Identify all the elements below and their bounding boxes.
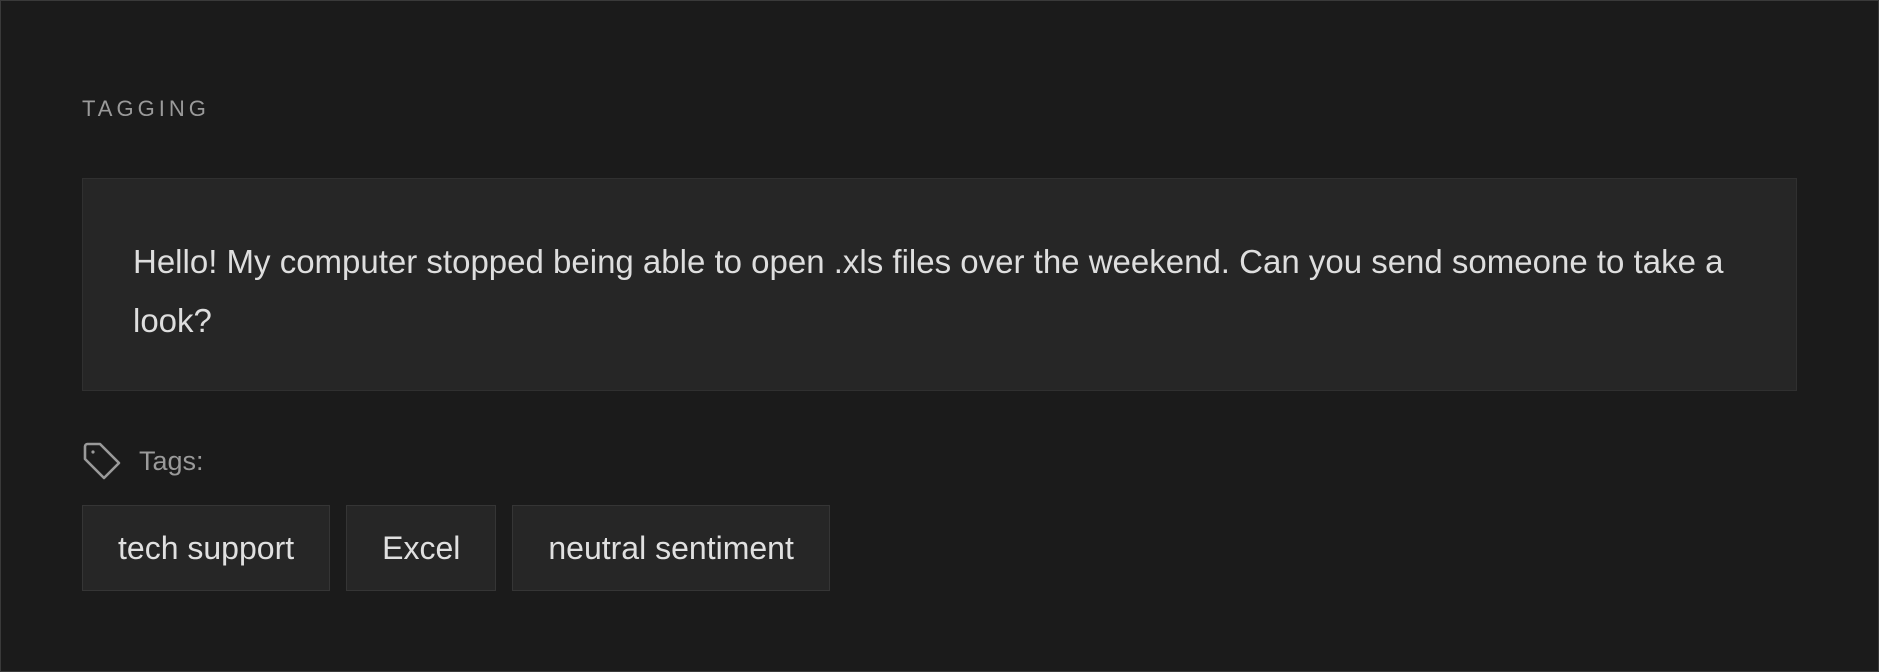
message-text: Hello! My computer stopped being able to… — [133, 243, 1724, 339]
tag-chip-neutral-sentiment[interactable]: neutral sentiment — [512, 505, 830, 591]
tag-chip-excel[interactable]: Excel — [346, 505, 497, 591]
tag-chip-tech-support[interactable]: tech support — [82, 505, 331, 591]
section-title: TAGGING — [82, 96, 210, 121]
tags-header: Tags: — [82, 441, 204, 481]
tag-icon — [82, 441, 122, 481]
message-box: Hello! My computer stopped being able to… — [82, 178, 1797, 391]
tagging-panel: TAGGING Hello! My computer stopped being… — [0, 0, 1879, 672]
tags-label: Tags: — [139, 446, 204, 476]
tag-list: tech support Excel neutral sentiment — [82, 505, 830, 591]
